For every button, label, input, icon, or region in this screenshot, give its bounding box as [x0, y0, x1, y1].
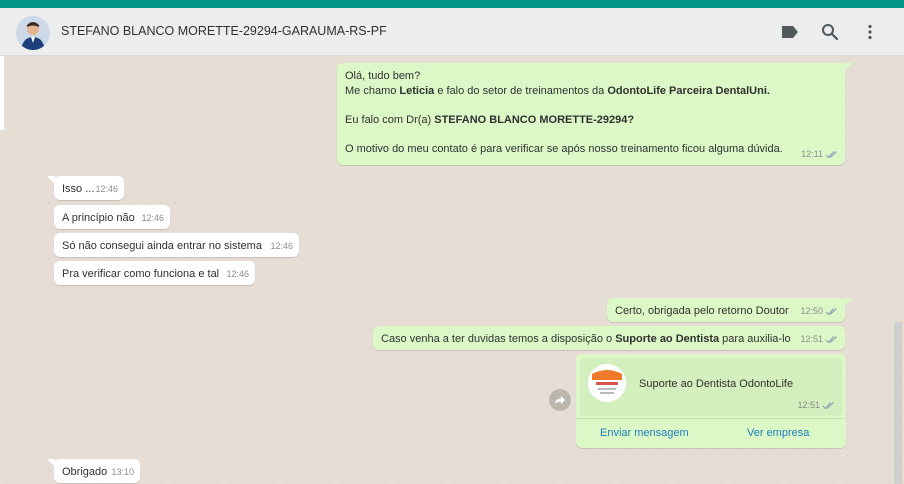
message-time: 12:46	[270, 241, 293, 251]
panel-edge	[0, 56, 4, 130]
message-meta: 12:46	[226, 267, 249, 282]
message-meta: 12:51	[800, 332, 839, 347]
message-text: Pra verificar como funciona e tal	[62, 268, 220, 280]
message-incoming[interactable]: A princípio não 12:46	[54, 205, 170, 229]
read-ticks-icon	[825, 308, 837, 316]
card-header[interactable]: Suporte ao Dentista OdontoLife 12:51	[580, 358, 842, 416]
send-message-button[interactable]: Enviar mensagem	[600, 427, 689, 439]
menu-icon[interactable]	[859, 21, 881, 43]
bubble-tail	[844, 63, 852, 71]
message-meta: 13:10	[111, 465, 134, 480]
message-text: Caso venha a ter duvidas temos a disposi…	[381, 333, 791, 345]
message-time: 12:51	[797, 400, 820, 410]
message-text: Certo, obrigada pelo retorno Doutor	[615, 305, 789, 317]
message-text: Só não consegui ainda entrar no sistema	[62, 240, 262, 252]
message-time: 12:51	[800, 334, 823, 344]
chat-header: STEFANO BLANCO MORETTE-29294-GARAUMA-RS-…	[0, 8, 904, 56]
message-incoming[interactable]: Isso ... 12:46	[47, 176, 124, 200]
message-outgoing[interactable]: Caso venha a ter duvidas temos a disposi…	[373, 326, 845, 350]
message-outgoing[interactable]: Certo, obrigada pelo retorno Doutor 12:5…	[607, 298, 852, 322]
message-incoming[interactable]: Só não consegui ainda entrar no sistema …	[54, 233, 299, 257]
business-contact-card[interactable]: Suporte ao Dentista OdontoLife 12:51 Env…	[576, 354, 846, 448]
card-title: Suporte ao Dentista OdontoLife	[639, 378, 794, 390]
message-time: 12:46	[141, 213, 164, 223]
message-time: 13:10	[111, 467, 134, 477]
message-text-line: Me chamo Leticia e falo do setor de trei…	[345, 85, 770, 97]
view-company-button[interactable]: Ver empresa	[747, 427, 809, 439]
contact-name[interactable]: STEFANO BLANCO MORETTE-29294-GARAUMA-RS-…	[61, 24, 387, 38]
message-text: Obrigado	[62, 466, 108, 478]
business-logo	[588, 364, 626, 402]
bubble-tail	[47, 176, 55, 184]
forward-icon	[555, 396, 565, 404]
message-text-line: Eu falo com Dr(a) STEFANO BLANCO MORETTE…	[345, 114, 635, 126]
message-meta: 12:51	[797, 400, 836, 410]
app-top-stripe	[0, 0, 904, 8]
bubble-tail	[844, 298, 852, 306]
message-incoming[interactable]: Pra verificar como funciona e tal 12:46	[54, 261, 255, 285]
message-text: A princípio não	[62, 212, 135, 224]
read-ticks-icon	[825, 336, 837, 344]
message-time: 12:46	[95, 184, 118, 194]
bubble-tail	[47, 459, 55, 467]
label-icon[interactable]	[779, 21, 801, 43]
forward-button[interactable]	[549, 389, 571, 411]
message-text-line: O motivo do meu contato é para verificar…	[345, 143, 783, 155]
message-meta: 12:11	[801, 147, 839, 162]
message-time: 12:46	[226, 269, 249, 279]
read-ticks-icon	[825, 151, 837, 159]
search-icon[interactable]	[819, 21, 841, 43]
message-outgoing[interactable]: Olá, tudo bem? Me chamo Leticia e falo d…	[337, 63, 852, 165]
message-meta: 12:50	[800, 304, 839, 319]
card-actions: Enviar mensagem Ver empresa	[576, 418, 846, 448]
chat-scrollbar[interactable]	[894, 322, 902, 484]
message-meta: 12:46	[95, 182, 118, 197]
message-time: 12:50	[800, 306, 823, 316]
contact-avatar[interactable]	[16, 16, 50, 50]
message-text-line: Olá, tudo bem?	[345, 70, 421, 82]
message-time: 12:11	[801, 149, 823, 159]
message-text: Isso ...	[62, 183, 95, 195]
message-meta: 12:46	[141, 211, 164, 226]
read-ticks-icon	[822, 401, 834, 409]
message-incoming[interactable]: Obrigado 13:10	[47, 459, 140, 483]
message-meta: 12:46	[270, 239, 293, 254]
